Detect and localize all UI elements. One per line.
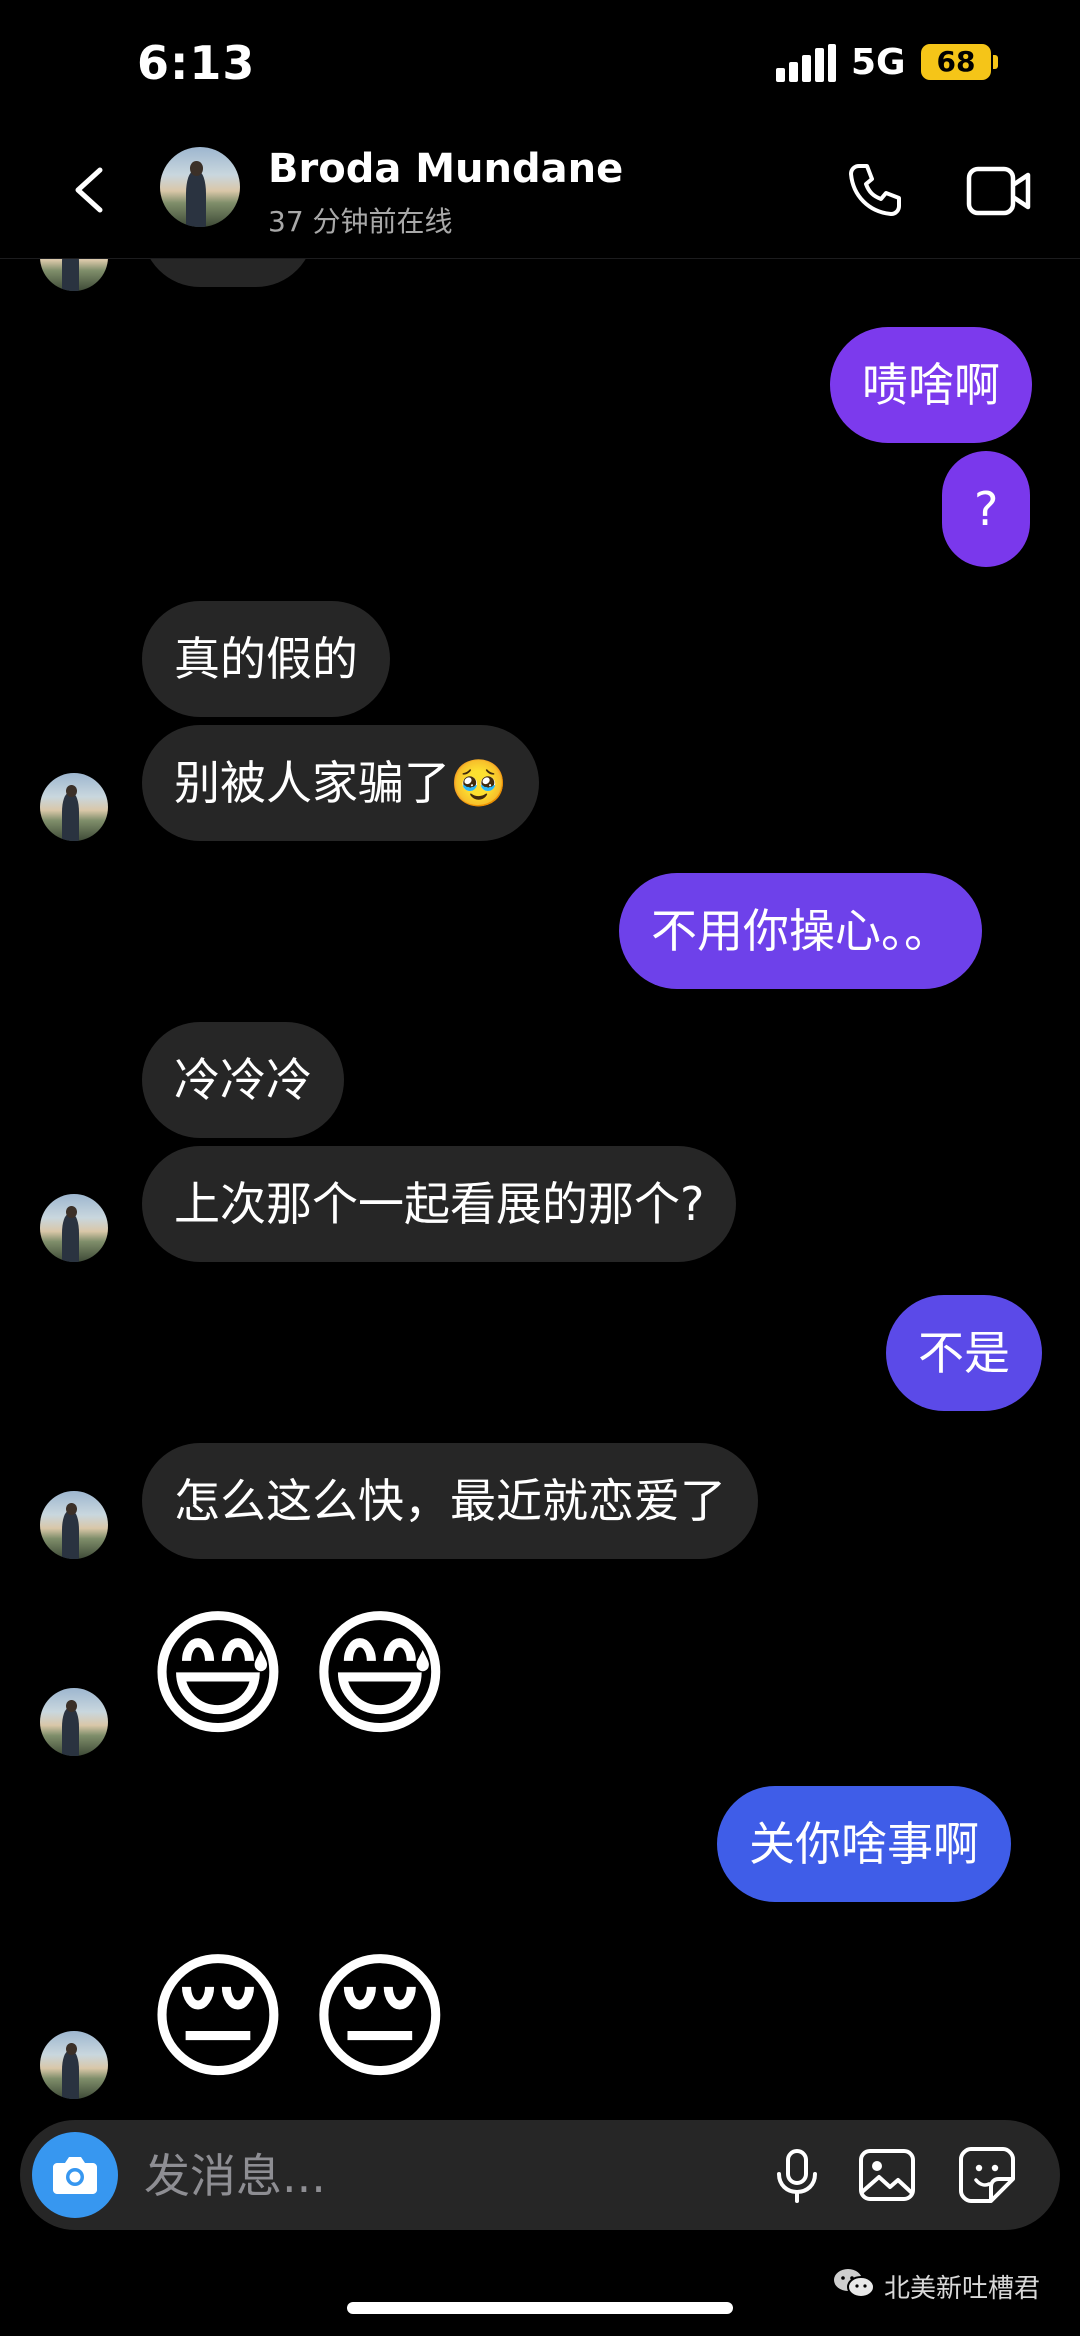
- sticker-icon[interactable]: [958, 2146, 1016, 2204]
- message-bubble-incoming[interactable]: 冷冷冷: [142, 1022, 344, 1138]
- camera-icon: [53, 2157, 97, 2194]
- message-bubble-outgoing[interactable]: 不用你操心。。: [619, 873, 982, 989]
- last-seen-status: 37 分钟前在线: [268, 205, 453, 238]
- watermark-text: 北美新吐槽君: [884, 2274, 1041, 2304]
- message-bubble-outgoing[interactable]: 啧啥啊: [830, 327, 1032, 443]
- emoji-message[interactable]: 😔😔: [146, 1943, 470, 2093]
- status-time: 6:13: [137, 36, 256, 90]
- back-icon[interactable]: [70, 166, 110, 214]
- wechat-watermark-icon: [834, 2269, 875, 2298]
- sender-avatar[interactable]: [40, 1688, 108, 1756]
- signal-icon: [776, 44, 836, 82]
- message-bubble-outgoing[interactable]: 不是: [886, 1295, 1042, 1411]
- message-bubble-outgoing[interactable]: ?: [942, 451, 1031, 567]
- message-bubble-incoming[interactable]: 怎么这么快，最近就恋爱了: [142, 1443, 758, 1559]
- call-icon[interactable]: [845, 160, 905, 220]
- message-input[interactable]: [142, 2120, 746, 2232]
- mic-icon[interactable]: [770, 2148, 824, 2204]
- network-type: 5G: [851, 42, 906, 83]
- message-bubble-incoming[interactable]: 上次那个一起看展的那个?: [142, 1146, 737, 1262]
- battery-indicator: 68: [921, 44, 991, 80]
- camera-button[interactable]: [32, 2132, 118, 2218]
- message-composer: [20, 2120, 1060, 2232]
- home-indicator[interactable]: [347, 2302, 733, 2314]
- gallery-icon[interactable]: [858, 2148, 916, 2202]
- message-bubble-incoming[interactable]: 真的假的: [142, 601, 390, 717]
- sender-avatar[interactable]: [40, 2031, 108, 2099]
- message-bubble-incoming[interactable]: 别被人家骗了🥹: [142, 725, 540, 841]
- message-bubble-outgoing[interactable]: 关你啥事啊: [717, 1786, 1011, 1902]
- emoji-message[interactable]: 😅😅: [146, 1600, 470, 1750]
- sender-avatar[interactable]: [40, 1491, 108, 1559]
- video-call-icon[interactable]: [966, 163, 1032, 219]
- sender-avatar[interactable]: [40, 773, 108, 841]
- chat-screen: 6:13 5G 68 Broda Mundane 37 分钟前在线 ... 啧啥…: [0, 0, 1080, 2336]
- sender-avatar[interactable]: [40, 259, 108, 291]
- message-bubble-incoming[interactable]: ...: [142, 259, 314, 287]
- chat-header: Broda Mundane 37 分钟前在线: [0, 120, 1080, 259]
- contact-name[interactable]: Broda Mundane: [268, 146, 623, 192]
- battery-tip: [993, 55, 998, 69]
- sender-avatar[interactable]: [40, 1194, 108, 1262]
- contact-avatar[interactable]: [160, 147, 240, 227]
- message-list[interactable]: ... 啧啥啊 ? 真的假的 别被人家骗了🥹 不用你操心。。 冷冷冷 上次那个一…: [0, 259, 1080, 2109]
